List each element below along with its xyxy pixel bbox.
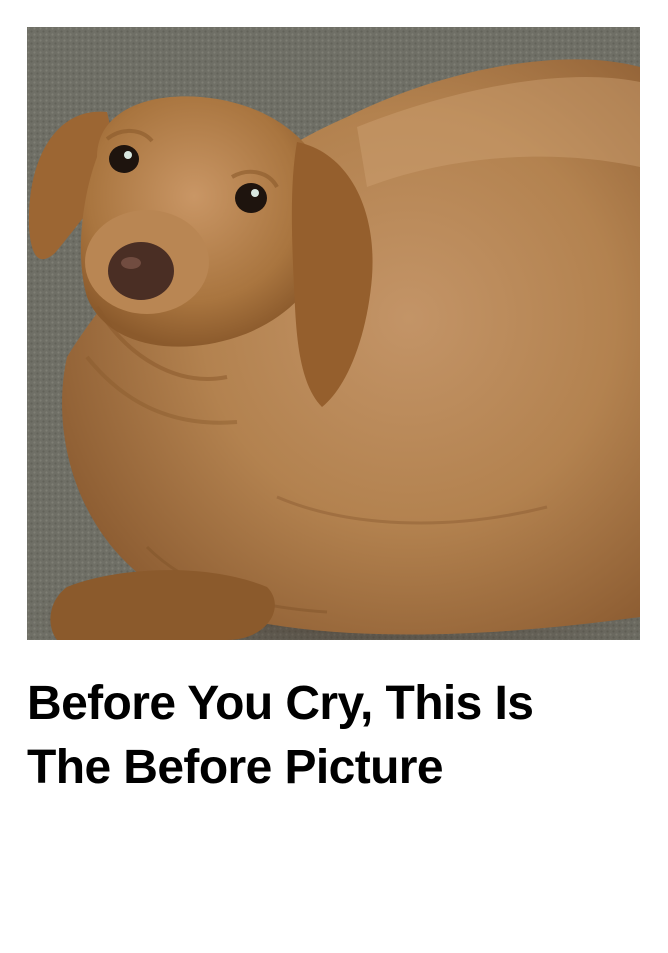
- article-headline[interactable]: Before You Cry, This Is The Before Pictu…: [27, 672, 627, 800]
- article-card[interactable]: Before You Cry, This Is The Before Pictu…: [0, 0, 668, 953]
- hero-image[interactable]: [27, 27, 640, 640]
- dog-photo: [27, 27, 640, 640]
